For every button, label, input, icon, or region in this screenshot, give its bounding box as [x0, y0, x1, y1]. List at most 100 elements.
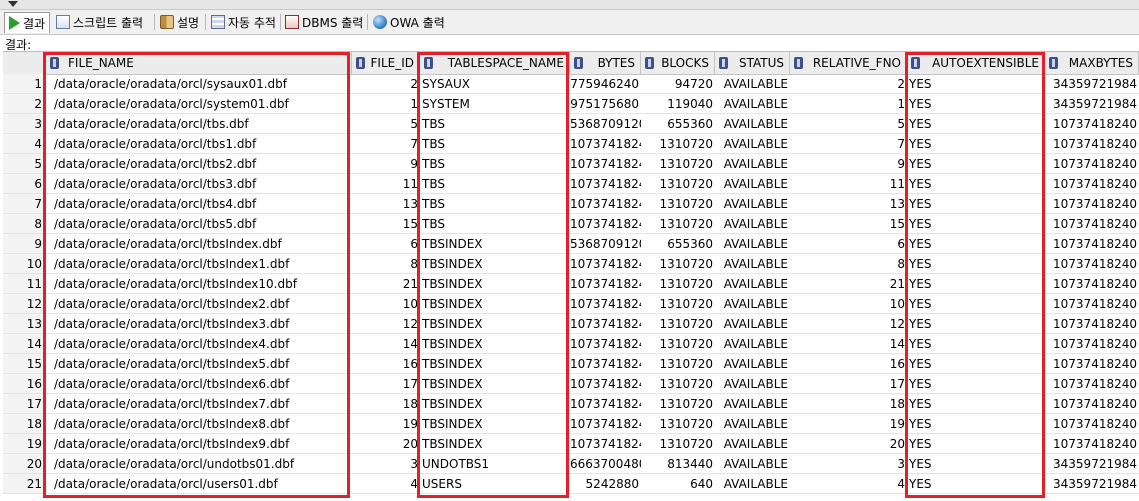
tab-dbms-output[interactable]: DBMS 출력 — [281, 12, 367, 32]
tab-results[interactable]: 결과 — [4, 12, 51, 33]
row-number[interactable]: 16 — [3, 374, 46, 394]
cell-autoextensible[interactable]: YES — [907, 94, 1045, 114]
cell-maxbytes[interactable]: 10737418240 — [1045, 214, 1139, 234]
cell-blocks[interactable]: 1310720 — [641, 174, 715, 194]
cell-relative-fno[interactable]: 8 — [790, 254, 907, 274]
cell-tablespace-name[interactable]: TBSINDEX — [420, 254, 570, 274]
tab-owa-output[interactable]: OWA 출력 — [369, 12, 449, 32]
cell-autoextensible[interactable]: YES — [907, 254, 1045, 274]
cell-tablespace-name[interactable]: TBS — [420, 194, 570, 214]
cell-status[interactable]: AVAILABLE — [715, 314, 790, 334]
cell-relative-fno[interactable]: 12 — [790, 314, 907, 334]
result-grid[interactable]: FILE_NAME FILE_ID TABLESPACE_NAME BYTES … — [3, 51, 1139, 496]
cell-relative-fno[interactable]: 14 — [790, 334, 907, 354]
table-row[interactable]: 17/data/oracle/oradata/orcl/tbsIndex7.db… — [3, 394, 1139, 414]
tab-autotrace[interactable]: 자동 추적 — [207, 12, 280, 32]
cell-status[interactable]: AVAILABLE — [715, 274, 790, 294]
cell-file-id[interactable]: 9 — [352, 154, 420, 174]
cell-status[interactable]: AVAILABLE — [715, 214, 790, 234]
cell-file-id[interactable]: 4 — [352, 474, 420, 494]
cell-status[interactable]: AVAILABLE — [715, 234, 790, 254]
column-header-tablespace-name[interactable]: TABLESPACE_NAME — [420, 52, 570, 74]
cell-tablespace-name[interactable]: TBS — [420, 154, 570, 174]
cell-maxbytes[interactable]: 10737418240 — [1045, 194, 1139, 214]
cell-status[interactable]: AVAILABLE — [715, 94, 790, 114]
cell-maxbytes[interactable]: 10737418240 — [1045, 174, 1139, 194]
column-header-bytes[interactable]: BYTES — [570, 52, 641, 74]
table-row[interactable]: 6/data/oracle/oradata/orcl/tbs3.dbf 11 TBS… — [3, 174, 1139, 194]
cell-status[interactable]: AVAILABLE — [715, 174, 790, 194]
cell-file-id[interactable]: 5 — [352, 114, 420, 134]
cell-blocks[interactable]: 1310720 — [641, 194, 715, 214]
cell-tablespace-name[interactable]: TBSINDEX — [420, 354, 570, 374]
cell-tablespace-name[interactable]: TBS — [420, 114, 570, 134]
cell-file-id[interactable]: 18 — [352, 394, 420, 414]
table-row[interactable]: 9/data/oracle/oradata/orcl/tbsIndex.dbf 6… — [3, 234, 1139, 254]
table-row[interactable]: 21/data/oracle/oradata/orcl/users01.dbf 4… — [3, 474, 1139, 494]
cell-bytes[interactable]: 6663700480 — [570, 454, 641, 474]
table-row[interactable]: 11/data/oracle/oradata/orcl/tbsIndex10.d… — [3, 274, 1139, 294]
cell-maxbytes[interactable]: 10737418240 — [1045, 254, 1139, 274]
cell-file-id[interactable]: 7 — [352, 134, 420, 154]
cell-bytes[interactable]: 10737418240 — [570, 334, 641, 354]
row-number[interactable]: 15 — [3, 354, 46, 374]
row-number[interactable]: 1 — [3, 74, 46, 94]
row-number[interactable]: 6 — [3, 174, 46, 194]
cell-blocks[interactable]: 1310720 — [641, 394, 715, 414]
cell-file-name[interactable]: /data/oracle/oradata/orcl/tbsIndex7.dbf — [46, 394, 352, 414]
cell-tablespace-name[interactable]: USERS — [420, 474, 570, 494]
cell-blocks[interactable]: 1310720 — [641, 414, 715, 434]
cell-maxbytes[interactable]: 10737418240 — [1045, 154, 1139, 174]
row-number[interactable]: 11 — [3, 274, 46, 294]
cell-blocks[interactable]: 813440 — [641, 454, 715, 474]
cell-file-id[interactable]: 2 — [352, 74, 420, 94]
cell-status[interactable]: AVAILABLE — [715, 454, 790, 474]
cell-blocks[interactable]: 1310720 — [641, 214, 715, 234]
cell-autoextensible[interactable]: YES — [907, 374, 1045, 394]
cell-file-name[interactable]: /data/oracle/oradata/orcl/tbs4.dbf — [46, 194, 352, 214]
cell-file-id[interactable]: 20 — [352, 434, 420, 454]
cell-maxbytes[interactable]: 10737418240 — [1045, 434, 1139, 454]
cell-file-id[interactable]: 11 — [352, 174, 420, 194]
cell-autoextensible[interactable]: YES — [907, 214, 1045, 234]
cell-tablespace-name[interactable]: TBSINDEX — [420, 294, 570, 314]
cell-file-name[interactable]: /data/oracle/oradata/orcl/tbs5.dbf — [46, 214, 352, 234]
cell-file-id[interactable]: 1 — [352, 94, 420, 114]
cell-status[interactable]: AVAILABLE — [715, 74, 790, 94]
cell-relative-fno[interactable]: 16 — [790, 354, 907, 374]
row-number[interactable]: 17 — [3, 394, 46, 414]
table-row[interactable]: 4/data/oracle/oradata/orcl/tbs1.dbf 7 TBS 1… — [3, 134, 1139, 154]
cell-tablespace-name[interactable]: TBSINDEX — [420, 414, 570, 434]
table-row[interactable]: 20/data/oracle/oradata/orcl/undotbs01.db… — [3, 454, 1139, 474]
collapse-arrow-icon[interactable] — [8, 1, 18, 7]
cell-relative-fno[interactable]: 19 — [790, 414, 907, 434]
table-row[interactable]: 7/data/oracle/oradata/orcl/tbs4.dbf 13 TBS… — [3, 194, 1139, 214]
cell-relative-fno[interactable]: 6 — [790, 234, 907, 254]
cell-bytes[interactable]: 10737418240 — [570, 314, 641, 334]
cell-file-id[interactable]: 15 — [352, 214, 420, 234]
cell-tablespace-name[interactable]: TBS — [420, 134, 570, 154]
cell-file-name[interactable]: /data/oracle/oradata/orcl/tbs3.dbf — [46, 174, 352, 194]
cell-tablespace-name[interactable]: TBSINDEX — [420, 274, 570, 294]
cell-relative-fno[interactable]: 15 — [790, 214, 907, 234]
cell-autoextensible[interactable]: YES — [907, 274, 1045, 294]
cell-blocks[interactable]: 655360 — [641, 234, 715, 254]
cell-file-name[interactable]: /data/oracle/oradata/orcl/tbsIndex.dbf — [46, 234, 352, 254]
cell-file-id[interactable]: 19 — [352, 414, 420, 434]
cell-bytes[interactable]: 5368709120 — [570, 234, 641, 254]
cell-relative-fno[interactable]: 4 — [790, 474, 907, 494]
cell-tablespace-name[interactable]: TBSINDEX — [420, 234, 570, 254]
cell-relative-fno[interactable]: 10 — [790, 294, 907, 314]
column-header-autoextensible[interactable]: AUTOEXTENSIBLE — [907, 52, 1045, 74]
cell-maxbytes[interactable]: 10737418240 — [1045, 234, 1139, 254]
cell-file-name[interactable]: /data/oracle/oradata/orcl/tbsIndex2.dbf — [46, 294, 352, 314]
cell-status[interactable]: AVAILABLE — [715, 154, 790, 174]
cell-bytes[interactable]: 10737418240 — [570, 214, 641, 234]
cell-autoextensible[interactable]: YES — [907, 174, 1045, 194]
cell-bytes[interactable]: 10737418240 — [570, 174, 641, 194]
cell-file-name[interactable]: /data/oracle/oradata/orcl/tbsIndex5.dbf — [46, 354, 352, 374]
column-header-relative-fno[interactable]: RELATIVE_FNO — [790, 52, 907, 74]
cell-bytes[interactable]: 10737418240 — [570, 274, 641, 294]
cell-autoextensible[interactable]: YES — [907, 334, 1045, 354]
cell-autoextensible[interactable]: YES — [907, 474, 1045, 494]
